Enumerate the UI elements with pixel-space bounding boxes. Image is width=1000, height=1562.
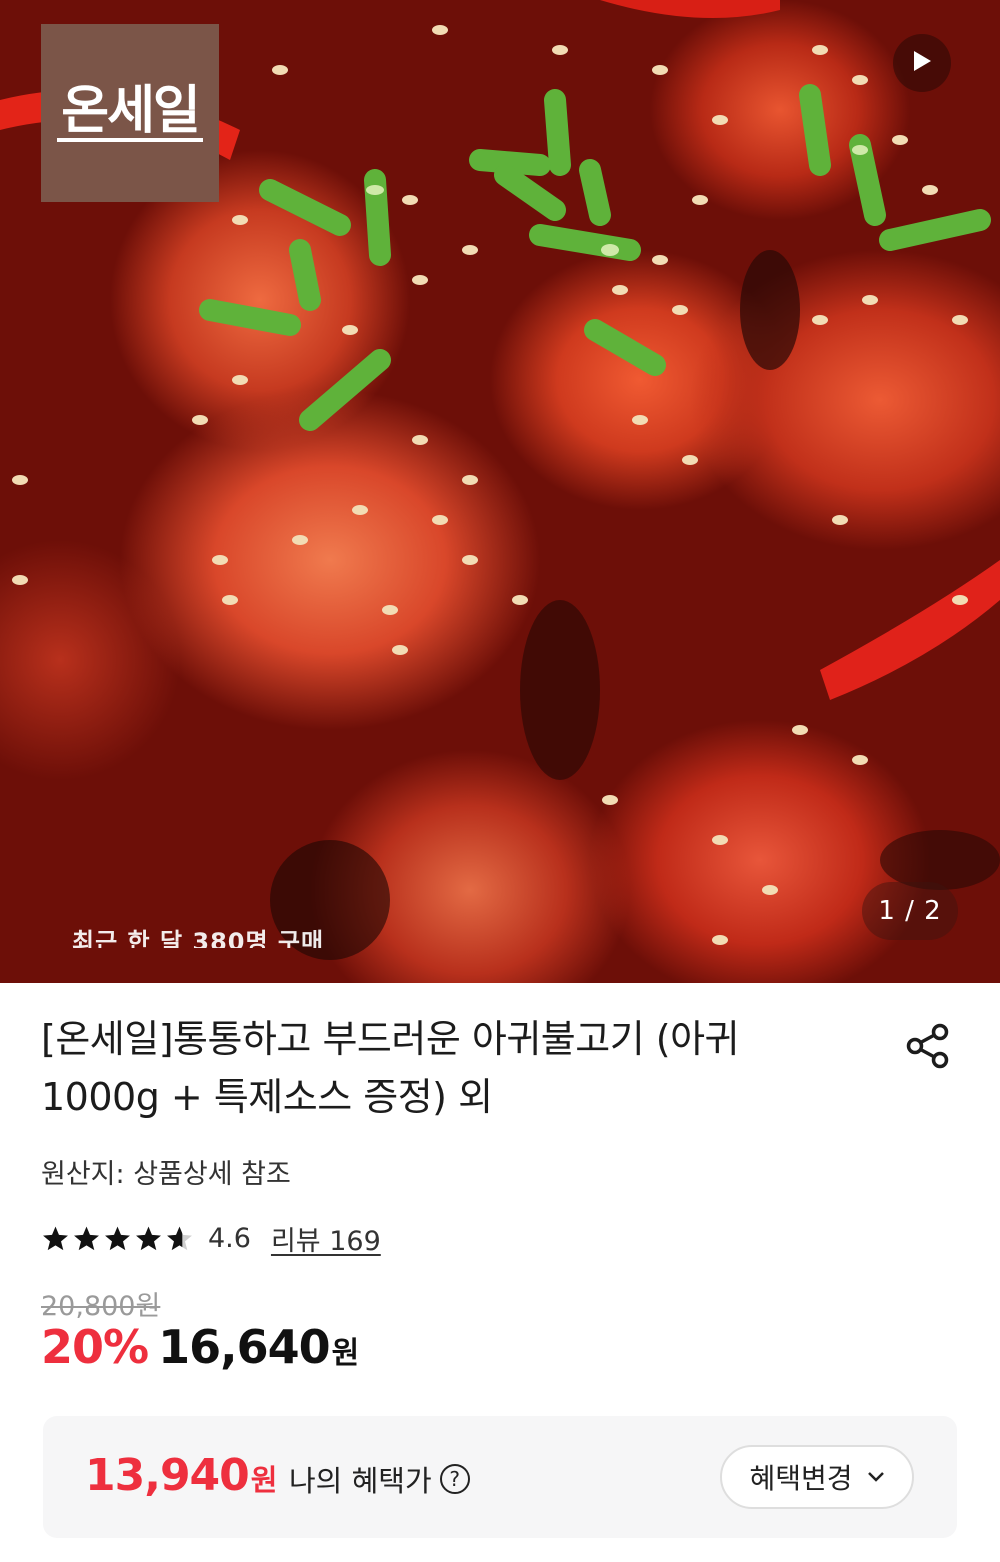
- benefit-price: 13,940 원: [85, 1450, 277, 1501]
- price-row: 20% 16,640 원: [41, 1320, 359, 1374]
- star-icon: [167, 1226, 192, 1250]
- play-icon: [912, 50, 932, 76]
- review-link[interactable]: 리뷰 169: [271, 1219, 381, 1258]
- brand-logo-text: 온세일: [57, 84, 203, 143]
- image-page-indicator: 1 / 2: [862, 882, 958, 940]
- sale-price: 16,640: [158, 1320, 331, 1374]
- star-icon: [43, 1226, 68, 1250]
- original-price: 20,800원: [41, 1291, 161, 1322]
- rating-row: 4.6 리뷰 169: [41, 1218, 381, 1258]
- product-title-line2: 1000g + 특제소스 증정) 외: [41, 1075, 493, 1119]
- sale-price-unit: 원: [331, 1336, 360, 1371]
- benefit-label: 나의 혜택가: [289, 1464, 432, 1498]
- share-icon: [902, 1023, 954, 1076]
- benefit-box: 13,940 원 나의 혜택가 ? 혜택변경: [43, 1416, 957, 1538]
- benefit-change-label: 혜택변경: [749, 1462, 853, 1495]
- brand-logo: 온세일: [41, 24, 219, 202]
- origin-info: 원산지: 상품상세 참조: [41, 1159, 291, 1190]
- star-icon: [105, 1226, 130, 1250]
- share-button[interactable]: [902, 1020, 954, 1072]
- image-caption: 최근 한 달 380명 구매: [72, 928, 325, 948]
- benefit-unit: 원: [250, 1463, 278, 1497]
- product-title-line1: [온세일]통통하고 부드러운 아귀불고기 (아귀: [41, 1017, 740, 1061]
- help-icon[interactable]: ?: [439, 1464, 470, 1494]
- star-icon: [136, 1226, 161, 1250]
- rating-value: 4.6: [208, 1222, 251, 1254]
- play-button[interactable]: [893, 34, 951, 92]
- discount-rate: 20%: [41, 1320, 149, 1374]
- chevron-down-icon: [867, 1471, 885, 1483]
- benefit-amount: 13,940: [85, 1450, 250, 1501]
- rating-stars: [41, 1225, 194, 1252]
- product-image[interactable]: 온세일 최근 한 달 380명 구매 1 / 2: [0, 0, 1000, 983]
- benefit-label-group: 나의 혜택가 ?: [289, 1458, 470, 1500]
- star-icon: [74, 1226, 99, 1250]
- benefit-change-button[interactable]: 혜택변경: [720, 1445, 914, 1509]
- product-title: [온세일]통통하고 부드러운 아귀불고기 (아귀 1000g + 특제소스 증정…: [41, 1010, 801, 1126]
